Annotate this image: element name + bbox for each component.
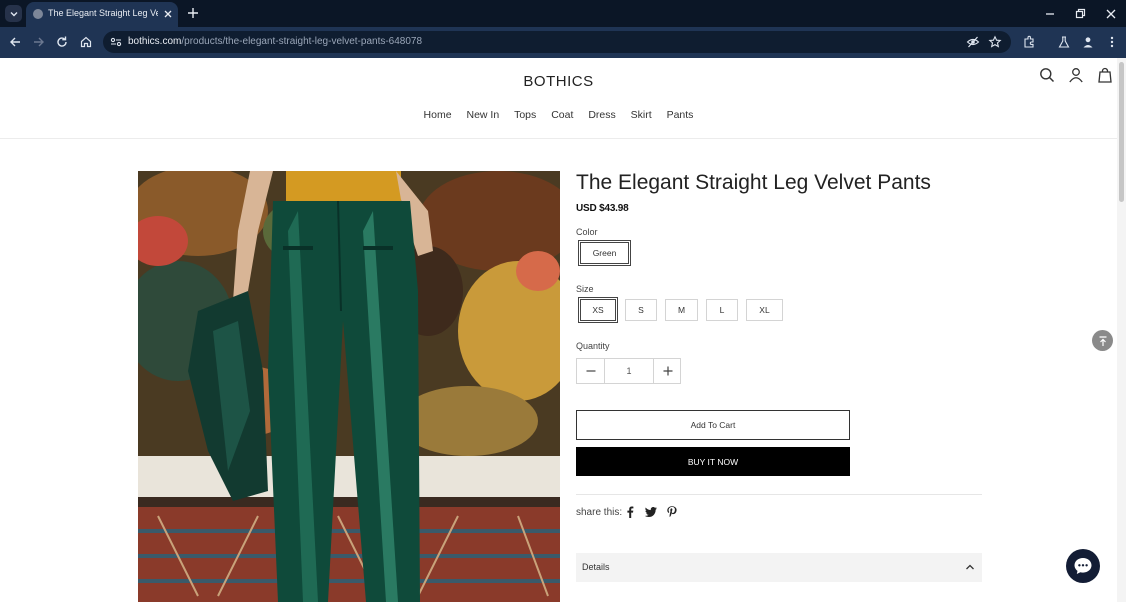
eye-off-icon[interactable] <box>966 35 980 49</box>
size-option-m[interactable]: M <box>665 299 698 321</box>
facebook-icon[interactable] <box>623 505 637 519</box>
bookmark-star-icon[interactable] <box>988 35 1002 49</box>
minimize-icon[interactable] <box>1043 7 1057 21</box>
site-logo[interactable]: BOTHICS <box>0 73 1117 90</box>
quantity-decrease-button[interactable] <box>577 359 604 383</box>
nav-home[interactable]: Home <box>424 109 452 121</box>
product-price: USD $43.98 <box>576 203 629 214</box>
browser-toolbar: bothics.com/products/the-elegant-straigh… <box>0 27 1126 58</box>
plus-icon <box>663 366 672 376</box>
profile-icon[interactable] <box>1081 35 1095 49</box>
nav-new-in[interactable]: New In <box>466 109 499 121</box>
size-option-xl[interactable]: XL <box>746 299 783 321</box>
tab-title: The Elegant Straight Leg Velvet Pants <box>48 8 158 18</box>
twitter-icon[interactable] <box>644 505 658 519</box>
minus-icon <box>586 370 595 372</box>
site-info-icon[interactable] <box>109 35 123 49</box>
close-icon[interactable] <box>162 8 174 20</box>
favicon-icon <box>33 9 43 19</box>
section-divider <box>576 494 982 495</box>
product-image[interactable] <box>138 171 560 602</box>
product-photo <box>138 171 560 602</box>
quantity-label: Quantity <box>576 341 610 351</box>
size-option-l[interactable]: L <box>706 299 738 321</box>
chat-bubble-icon <box>1074 558 1092 574</box>
labs-flask-icon[interactable] <box>1057 35 1071 49</box>
add-to-cart-button[interactable]: Add To Cart <box>576 410 850 440</box>
nav-pants[interactable]: Pants <box>667 109 694 121</box>
size-option-s[interactable]: S <box>625 299 657 321</box>
tab-search-button[interactable] <box>5 5 22 22</box>
scrollbar-thumb[interactable] <box>1119 62 1124 202</box>
arrow-up-icon <box>1099 335 1106 346</box>
buy-it-now-button[interactable]: BUY IT NOW <box>576 447 850 476</box>
browser-tab-strip: The Elegant Straight Leg Velvet Pants <box>0 0 1126 27</box>
new-tab-icon[interactable] <box>186 6 200 20</box>
forward-arrow-icon[interactable] <box>32 35 46 49</box>
browser-tab[interactable]: The Elegant Straight Leg Velvet Pants <box>26 2 178 27</box>
close-window-icon[interactable] <box>1104 7 1118 21</box>
reload-icon[interactable] <box>55 35 69 49</box>
chevron-up-icon[interactable] <box>964 561 976 573</box>
nav-coat[interactable]: Coat <box>551 109 573 121</box>
url-text: bothics.com/products/the-elegant-straigh… <box>128 36 422 47</box>
size-label: Size <box>576 284 594 294</box>
pinterest-icon[interactable] <box>665 505 679 519</box>
nav-skirt[interactable]: Skirt <box>631 109 652 121</box>
share-label: share this: <box>576 507 623 518</box>
nav-dress[interactable]: Dress <box>588 109 615 121</box>
main-nav: Home New In Tops Coat Dress Skirt Pants <box>0 109 1117 121</box>
account-icon[interactable] <box>1068 67 1084 83</box>
chat-button[interactable] <box>1066 549 1100 583</box>
site-header: BOTHICS Home New In Tops Coat Dress Skir… <box>0 58 1117 139</box>
url-host: bothics.com <box>128 36 182 47</box>
color-label: Color <box>576 227 598 237</box>
size-option-xs[interactable]: XS <box>578 297 618 323</box>
details-accordion[interactable]: Details <box>576 553 982 582</box>
color-option-green[interactable]: Green <box>578 240 631 266</box>
restore-icon[interactable] <box>1073 7 1087 21</box>
back-to-top-button[interactable] <box>1092 330 1113 351</box>
back-arrow-icon[interactable] <box>8 35 22 49</box>
nav-tops[interactable]: Tops <box>514 109 536 121</box>
page-scrollbar[interactable] <box>1117 58 1126 602</box>
product-title: The Elegant Straight Leg Velvet Pants <box>576 171 931 194</box>
url-path: /products/the-elegant-straight-leg-velve… <box>181 36 423 47</box>
quantity-input[interactable]: 1 <box>604 359 654 383</box>
search-icon[interactable] <box>1039 67 1055 83</box>
more-vert-icon[interactable] <box>1105 35 1119 49</box>
quantity-increase-button[interactable] <box>654 359 681 383</box>
chevron-down-icon <box>10 11 17 16</box>
address-bar[interactable]: bothics.com/products/the-elegant-straigh… <box>103 31 1011 53</box>
extensions-icon[interactable] <box>1022 35 1036 49</box>
quantity-stepper: 1 <box>576 358 681 384</box>
details-label: Details <box>582 562 610 572</box>
shopping-bag-icon[interactable] <box>1097 67 1113 83</box>
home-icon[interactable] <box>79 35 93 49</box>
